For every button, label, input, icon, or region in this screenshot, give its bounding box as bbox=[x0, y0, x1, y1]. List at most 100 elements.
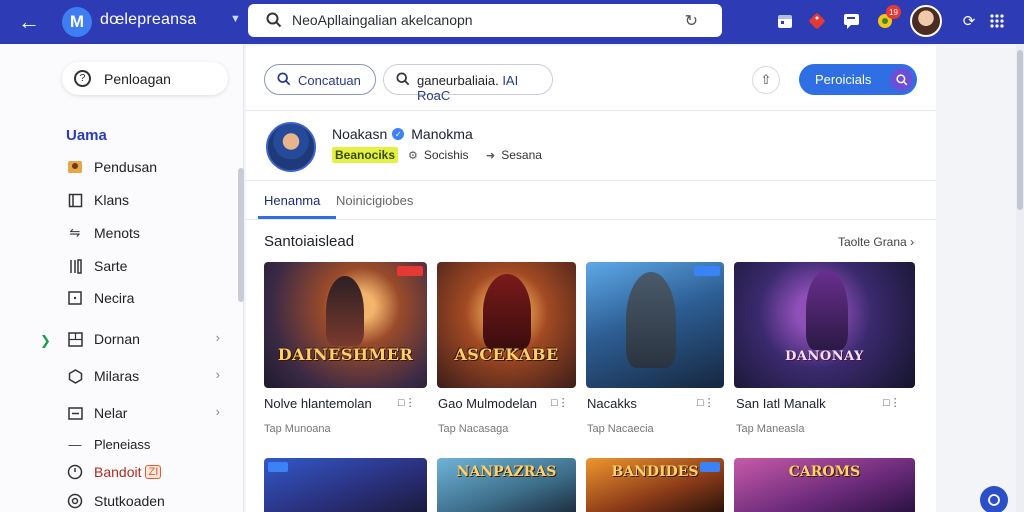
sidebar-scrollbar[interactable] bbox=[238, 168, 244, 302]
sidebar-item-label: Sarte bbox=[94, 258, 128, 274]
game-title[interactable]: Nolve hlantemolan bbox=[264, 396, 372, 411]
book-icon bbox=[66, 191, 84, 209]
game-title[interactable]: Gao Mulmodelan bbox=[438, 396, 537, 411]
game-card[interactable]: CAROMS bbox=[734, 458, 915, 512]
grid-icon bbox=[66, 330, 84, 348]
sidebar-item-pendusan[interactable]: Pendusan bbox=[66, 156, 226, 178]
sidebar-item-pleneiass[interactable]: — Pleneiass bbox=[66, 433, 226, 455]
sidebar-item-milaras[interactable]: Milaras › bbox=[66, 365, 226, 387]
clock-icon bbox=[66, 463, 84, 481]
profile-name[interactable]: Noakasn ✓ Manokma bbox=[332, 126, 473, 142]
dash-icon: — bbox=[68, 436, 82, 452]
chevron-right-icon: › bbox=[910, 235, 915, 249]
card-art-figure bbox=[806, 270, 848, 350]
sidebar-item-nelar[interactable]: Nelar › bbox=[66, 402, 226, 424]
card-badge bbox=[397, 266, 423, 276]
primary-action-button[interactable]: Peroicials bbox=[799, 64, 917, 95]
sidebar-pill-button[interactable]: ? Penloagan bbox=[62, 62, 228, 95]
sidebar-item-stutkoaden[interactable]: Stutkoaden bbox=[66, 490, 226, 512]
gear-icon: ⚙ bbox=[408, 149, 418, 162]
back-arrow-icon[interactable]: ← bbox=[14, 8, 44, 36]
game-card[interactable] bbox=[586, 262, 724, 388]
sidebar-item-label: Menots bbox=[94, 225, 140, 241]
game-card[interactable] bbox=[264, 458, 427, 512]
brand-dropdown-icon[interactable]: ▼ bbox=[230, 13, 241, 25]
divider bbox=[246, 180, 936, 181]
profile-meta-label: Sesana bbox=[501, 148, 542, 162]
sidebar-item-badge: ZI bbox=[145, 465, 162, 479]
sidebar-item-label: Milaras bbox=[94, 368, 140, 384]
profile-meta-socials[interactable]: ⚙ Socishis bbox=[408, 148, 469, 162]
sync-icon[interactable]: ⟳ bbox=[958, 10, 980, 32]
card-art-text: DAINESHMER bbox=[277, 345, 414, 364]
user-avatar[interactable] bbox=[910, 5, 942, 37]
divider bbox=[246, 110, 936, 111]
sidebar-item-necira[interactable]: Necira bbox=[66, 287, 226, 309]
tab-noinicigiobes[interactable]: Noinicigiobes bbox=[336, 193, 413, 208]
search-input[interactable]: NeoApllaingalian akelcanopn bbox=[292, 12, 473, 28]
refresh-icon[interactable]: ↻ bbox=[685, 11, 698, 31]
apps-grid-icon[interactable] bbox=[986, 10, 1008, 32]
search-icon bbox=[266, 12, 282, 28]
game-card[interactable]: NANPAZRAS bbox=[437, 458, 576, 512]
columns-icon bbox=[66, 257, 84, 275]
shuffle-icon: ⇋ bbox=[69, 225, 81, 240]
game-card[interactable]: ASCEKABE bbox=[437, 262, 576, 388]
card-art-text: BANDIDES bbox=[611, 464, 699, 480]
profile-meta-sesana[interactable]: ➜ Sesana bbox=[486, 148, 542, 162]
page-scrollbar-thumb[interactable] bbox=[1017, 50, 1023, 210]
help-icon: ? bbox=[74, 70, 91, 87]
profile-tag: Beanociks bbox=[332, 147, 399, 163]
calendar-icon[interactable] bbox=[774, 10, 796, 32]
search-bar[interactable]: NeoApllaingalian akelcanopn ↻ bbox=[248, 4, 722, 37]
active-indicator-icon: ❯ bbox=[40, 333, 51, 348]
see-all-label: Taolte Grana bbox=[838, 235, 907, 249]
tag-icon[interactable] bbox=[806, 10, 828, 32]
main-content: Concatuan ganeurbaliaia. IAI RoaC ⇧ Pero… bbox=[246, 46, 936, 512]
section-title: Santoiaislead bbox=[264, 233, 355, 250]
game-card[interactable]: BANDIDES bbox=[586, 458, 724, 512]
card-art-text: DANONAY bbox=[785, 349, 864, 364]
sidebar-item-bandoit[interactable]: Bandoit ZI bbox=[66, 461, 226, 483]
filter-chip-label: ganeurbaliaia. IAI RoaC bbox=[417, 73, 552, 103]
game-subtitle: Tap Munoana bbox=[264, 423, 331, 435]
sidebar-item-label: Dornan bbox=[94, 331, 140, 347]
game-card[interactable]: DAINESHMER bbox=[264, 262, 427, 388]
profile-avatar[interactable] bbox=[266, 122, 316, 172]
chat-icon[interactable] bbox=[840, 10, 862, 32]
game-title[interactable]: San Iatl Manalk bbox=[736, 396, 826, 411]
filter-chip-concatuan[interactable]: Concatuan bbox=[264, 64, 376, 95]
chat-bubble-icon bbox=[988, 494, 1000, 506]
game-card[interactable]: DANONAY bbox=[734, 262, 915, 388]
sidebar-item-dornan[interactable]: Dornan › bbox=[66, 328, 226, 350]
card-art-figure bbox=[483, 274, 531, 350]
sidebar-item-label: Bandoit bbox=[94, 464, 142, 480]
sidebar-item-menots[interactable]: ⇋ Menots bbox=[66, 222, 226, 244]
sidebar-item-label: Pleneiass bbox=[94, 436, 151, 452]
card-art-text: CAROMS bbox=[788, 464, 861, 480]
see-all-link[interactable]: Taolte Grana › bbox=[838, 235, 914, 249]
search-icon bbox=[277, 72, 291, 86]
game-title[interactable]: Nacakks bbox=[587, 396, 637, 411]
share-button[interactable]: ⇧ bbox=[752, 66, 780, 94]
card-menu-icon[interactable]: □⋮ bbox=[883, 396, 901, 409]
app-logo-icon[interactable]: M bbox=[62, 7, 92, 37]
chat-fab-button[interactable] bbox=[980, 486, 1008, 512]
profile-name-first: Noakasn bbox=[332, 126, 388, 142]
sidebar-item-klans[interactable]: Klans bbox=[66, 189, 226, 211]
card-menu-icon[interactable]: □⋮ bbox=[697, 396, 715, 409]
chevron-right-icon: › bbox=[215, 330, 220, 345]
sidebar-item-sarte[interactable]: Sarte bbox=[66, 255, 226, 277]
sidebar-item-label: Stutkoaden bbox=[94, 493, 165, 509]
tab-henanma[interactable]: Henanma bbox=[264, 193, 320, 208]
card-icon bbox=[66, 404, 84, 422]
filter-chip-search[interactable]: ganeurbaliaia. IAI RoaC bbox=[383, 64, 553, 103]
notification-badge: 19 bbox=[886, 5, 901, 19]
profile-meta-label: Socishis bbox=[423, 148, 469, 162]
card-menu-icon[interactable]: □⋮ bbox=[398, 396, 416, 409]
filter-chip-label: Concatuan bbox=[298, 73, 361, 88]
gear-icon bbox=[66, 492, 84, 510]
card-art-figure bbox=[626, 272, 676, 368]
card-menu-icon[interactable]: □⋮ bbox=[551, 396, 569, 409]
search-icon bbox=[890, 68, 913, 91]
